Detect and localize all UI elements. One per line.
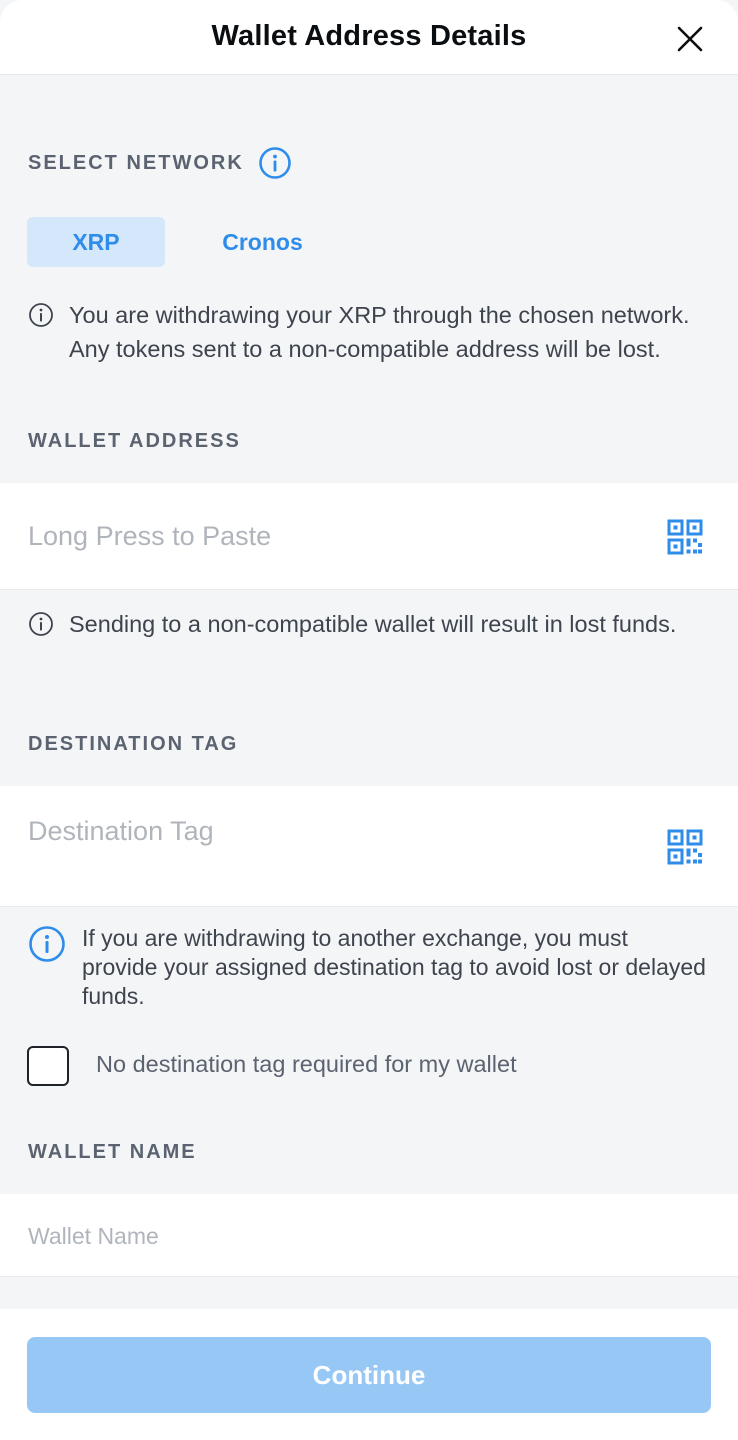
- destination-tag-warning: If you are withdrawing to another exchan…: [28, 924, 706, 1011]
- wallet-address-input[interactable]: [28, 515, 628, 557]
- info-icon: [29, 612, 53, 636]
- info-icon[interactable]: [258, 146, 292, 180]
- select-network-label: SELECT NETWORK: [28, 152, 244, 174]
- wallet-name-label: WALLET NAME: [28, 1141, 197, 1163]
- wallet-address-label: WALLET ADDRESS: [28, 430, 241, 452]
- close-button[interactable]: [668, 17, 712, 61]
- tab-cronos[interactable]: Cronos: [190, 217, 335, 267]
- no-destination-tag-label[interactable]: No destination tag required for my walle…: [96, 1051, 517, 1078]
- continue-button[interactable]: Continue: [27, 1337, 711, 1413]
- wallet-address-details-screen: Wallet Address Details SELECT NETWORK XR…: [0, 0, 738, 1440]
- wallet-address-field: [0, 483, 738, 590]
- qr-code-icon[interactable]: [667, 829, 703, 865]
- qr-code-icon[interactable]: [667, 519, 703, 555]
- destination-tag-field: [0, 786, 738, 907]
- info-icon: [29, 303, 53, 327]
- destination-tag-input[interactable]: [28, 810, 628, 852]
- wallet-name-input[interactable]: [28, 1218, 708, 1254]
- wallet-address-warning: Sending to a non-compatible wallet will …: [28, 607, 706, 641]
- network-warning: You are withdrawing your XRP through the…: [28, 298, 706, 366]
- no-destination-tag-checkbox[interactable]: [27, 1046, 69, 1086]
- page-title: Wallet Address Details: [211, 20, 527, 52]
- destination-tag-label: DESTINATION TAG: [28, 733, 239, 755]
- info-icon: [29, 926, 65, 962]
- tab-xrp[interactable]: XRP: [27, 217, 165, 267]
- header: Wallet Address Details: [0, 0, 738, 75]
- wallet-name-field: [0, 1194, 738, 1277]
- close-icon: [677, 26, 703, 52]
- wallet-address-warning-text: Sending to a non-compatible wallet will …: [69, 611, 677, 637]
- network-warning-text: You are withdrawing your XRP through the…: [69, 302, 690, 362]
- destination-tag-warning-text: If you are withdrawing to another exchan…: [82, 925, 706, 1009]
